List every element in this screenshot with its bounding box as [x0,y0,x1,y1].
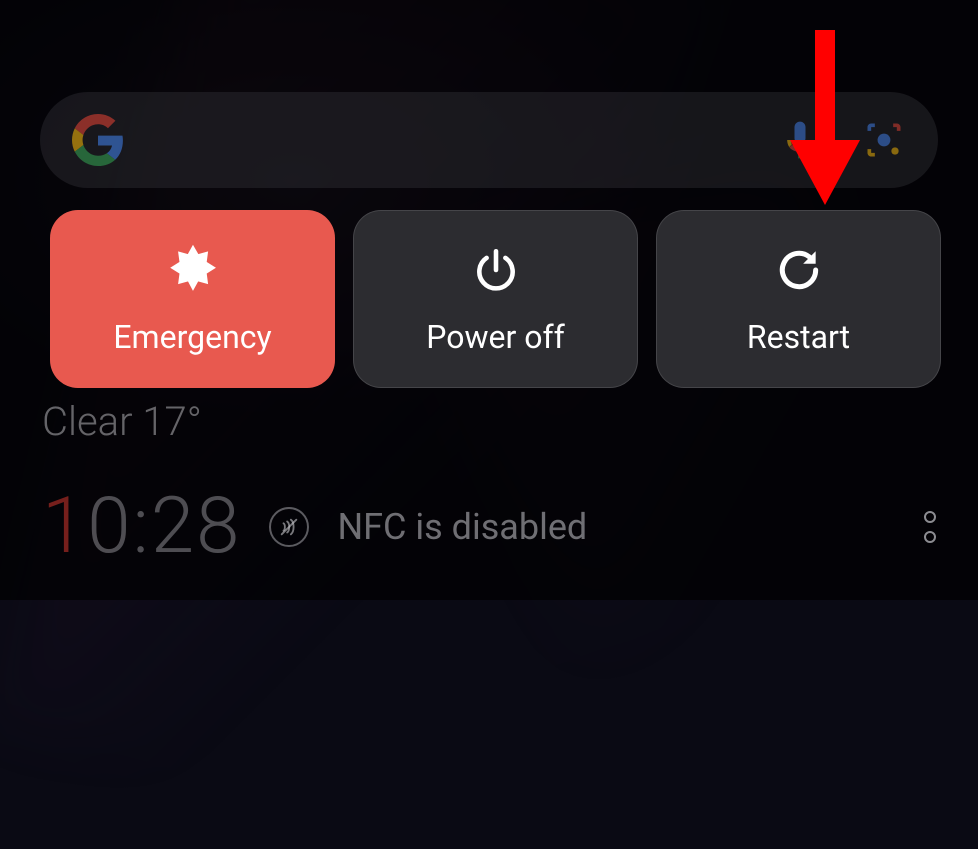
more-options-icon[interactable] [924,511,936,543]
nfc-status-text: NFC is disabled [337,506,587,548]
power-off-label: Power off [426,318,565,356]
google-lens-icon[interactable] [862,118,906,162]
emergency-label: Emergency [113,318,271,356]
restart-label: Restart [747,318,850,356]
power-off-button[interactable]: Power off [353,210,638,388]
power-icon [468,242,524,298]
nfc-disabled-icon [269,507,309,547]
restart-button[interactable]: Restart [656,210,941,388]
emergency-icon [165,242,221,298]
weather-text: Clear 17° [42,398,202,445]
restart-icon [771,242,827,298]
clock-accent-digit: 1 [42,481,87,572]
power-menu: Emergency Power off Restart [50,210,941,388]
clock-rest: 0:28 [87,481,241,572]
bottom-row: 10:28 NFC is disabled [42,481,936,572]
google-search-bar[interactable] [40,92,938,188]
emergency-button[interactable]: Emergency [50,210,335,388]
voice-search-icon[interactable] [778,118,822,162]
google-logo-icon [72,114,124,166]
clock-widget[interactable]: 10:28 [42,481,241,572]
